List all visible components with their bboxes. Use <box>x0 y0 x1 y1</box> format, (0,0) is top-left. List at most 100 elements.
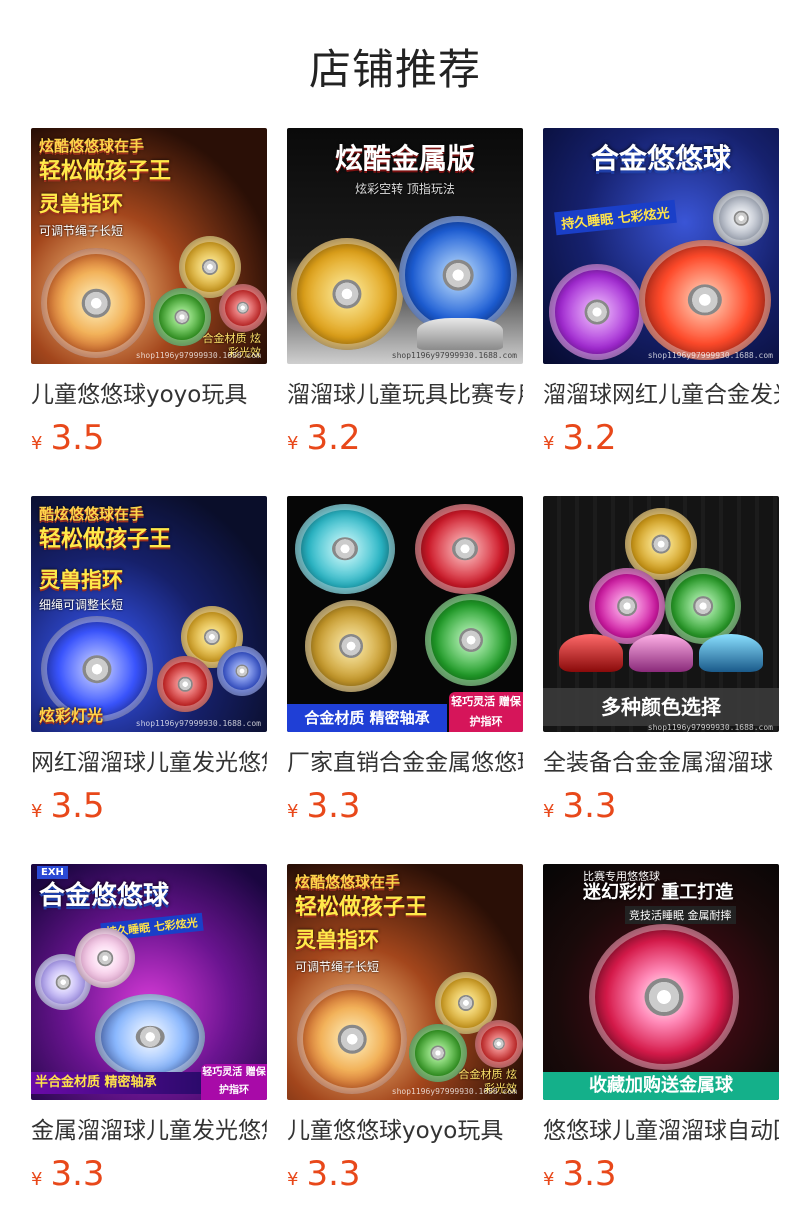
image-headline: 轻松做孩子王 <box>39 159 172 184</box>
product-name[interactable]: 厂家直销合金金属悠悠球 <box>287 748 523 778</box>
yoyo-graphic <box>399 216 517 334</box>
price-value: 3.2 <box>306 418 361 458</box>
image-subtext: 持久睡眠 七彩炫光 <box>554 199 677 236</box>
currency-symbol: ¥ <box>287 433 299 454</box>
product-name[interactable]: 金属溜溜球儿童发光悠悠球 <box>31 1116 267 1146</box>
product-card[interactable]: 合金悠悠球 持久睡眠 七彩炫光 shop1196y97999930.1688.c… <box>543 128 779 496</box>
product-card[interactable]: 酷炫悠悠球在手 轻松做孩子王 灵兽指环 细绳可调整长短 炫彩灯光 shop119… <box>31 496 267 864</box>
image-tag: 多种颜色选择 <box>543 688 779 726</box>
image-headline: 炫酷悠悠球在手 <box>295 873 401 891</box>
product-image[interactable]: 多种颜色选择 shop1196y97999930.1688.com <box>543 496 779 732</box>
page-title: 店铺推荐 <box>308 45 481 94</box>
image-headline: 轻松做孩子王 <box>295 895 428 920</box>
image-headline: 合金悠悠球 <box>590 142 731 175</box>
price-value: 3.3 <box>306 786 361 826</box>
price-value: 3.5 <box>50 418 105 458</box>
image-tag: 半合金材质 精密轴承 <box>31 1072 205 1094</box>
product-price: ¥3.3 <box>543 1154 779 1194</box>
image-headline: 酷炫悠悠球在手 <box>39 505 145 523</box>
price-value: 3.3 <box>562 1154 617 1194</box>
product-image[interactable]: 炫酷金属版 炫彩空转 顶指玩法 shop1196y97999930.1688.c… <box>287 128 523 364</box>
image-watermark: shop1196y97999930.1688.com <box>391 351 517 360</box>
product-image[interactable]: 比赛专用悠悠球 迷幻彩灯 重工打造 竞技活睡眠 金属耐摔 收藏加购送金属球 <box>543 864 779 1100</box>
product-price: ¥3.5 <box>31 418 267 458</box>
product-card[interactable]: 炫酷悠悠球在手 轻松做孩子王 灵兽指环 可调节绳子长短 合金材质 炫彩光效 sh… <box>287 864 523 1232</box>
product-card[interactable]: 多种颜色选择 shop1196y97999930.1688.com 全装备合金金… <box>543 496 779 864</box>
product-price: ¥3.3 <box>31 1154 267 1194</box>
yoyo-graphic <box>75 928 135 988</box>
image-watermark: shop1196y97999930.1688.com <box>391 1087 517 1096</box>
currency-symbol: ¥ <box>543 801 555 822</box>
yoyo-graphic <box>217 646 267 696</box>
product-image[interactable]: 合金悠悠球 持久睡眠 七彩炫光 shop1196y97999930.1688.c… <box>543 128 779 364</box>
image-headline: 炫酷悠悠球在手 <box>39 137 145 155</box>
yoyo-graphic <box>639 240 771 360</box>
image-tag: 合金材质 精密轴承 <box>287 704 447 732</box>
image-subtext: 炫彩空转 顶指玩法 <box>355 182 455 196</box>
yoyo-graphic <box>305 600 397 692</box>
image-subtext: 可调节绳子长短 <box>295 960 380 974</box>
image-headline: 迷幻彩灯 重工打造 <box>583 882 734 903</box>
image-subtext: 细绳可调整长短 <box>39 598 124 612</box>
price-value: 3.3 <box>50 1154 105 1194</box>
image-tag-secondary: 轻巧灵活 赠保护指环 <box>449 692 523 732</box>
product-name[interactable]: 儿童悠悠球yoyo玩具 <box>287 1116 523 1146</box>
currency-symbol: ¥ <box>287 801 299 822</box>
product-name[interactable]: 全装备合金金属溜溜球 <box>543 748 779 778</box>
yoyo-graphic <box>589 924 739 1070</box>
product-name[interactable]: 溜溜球网红儿童合金发光 <box>543 380 779 410</box>
product-image[interactable]: 合金材质 精密轴承 轻巧灵活 赠保护指环 <box>287 496 523 732</box>
currency-symbol: ¥ <box>31 1169 43 1190</box>
currency-symbol: ¥ <box>543 433 555 454</box>
image-watermark: shop1196y97999930.1688.com <box>135 719 261 728</box>
product-image[interactable]: EXH 合金悠悠球 持久睡眠 七彩炫光 半合金材质 精密轴承 轻巧灵活 赠保护指… <box>31 864 267 1100</box>
product-price: ¥3.2 <box>287 418 523 458</box>
product-name[interactable]: 网红溜溜球儿童发光悠悠球 <box>31 748 267 778</box>
yoyo-stand <box>417 318 503 350</box>
product-name[interactable]: 溜溜球儿童玩具比赛专用 <box>287 380 523 410</box>
price-value: 3.3 <box>562 786 617 826</box>
yoyo-graphic <box>415 504 515 594</box>
yoyo-graphic <box>219 284 267 332</box>
price-value: 3.5 <box>50 786 105 826</box>
yoyo-graphic <box>157 656 213 712</box>
product-card[interactable]: EXH 合金悠悠球 持久睡眠 七彩炫光 半合金材质 精密轴承 轻巧灵活 赠保护指… <box>31 864 267 1232</box>
yoyo-graphic <box>291 238 403 350</box>
product-image[interactable]: 炫酷悠悠球在手 轻松做孩子王 灵兽指环 可调节绳子长短 合金材质 炫彩光效 sh… <box>287 864 523 1100</box>
yoyo-graphic <box>95 994 205 1080</box>
product-price: ¥3.3 <box>287 1154 523 1194</box>
product-image[interactable]: 炫酷悠悠球在手 轻松做孩子王 灵兽指环 可调节绳子长短 合金材质 炫彩光效 sh… <box>31 128 267 364</box>
currency-symbol: ¥ <box>31 801 43 822</box>
image-watermark: shop1196y97999930.1688.com <box>647 351 773 360</box>
image-headline: 灵兽指环 <box>39 192 123 216</box>
product-price: ¥3.2 <box>543 418 779 458</box>
currency-symbol: ¥ <box>287 1169 299 1190</box>
product-grid: 炫酷悠悠球在手 轻松做孩子王 灵兽指环 可调节绳子长短 合金材质 炫彩光效 sh… <box>31 128 779 1232</box>
yoyo-graphic <box>425 594 517 686</box>
product-card[interactable]: 比赛专用悠悠球 迷幻彩灯 重工打造 竞技活睡眠 金属耐摔 收藏加购送金属球 悠悠… <box>543 864 779 1232</box>
product-card[interactable]: 炫酷金属版 炫彩空转 顶指玩法 shop1196y97999930.1688.c… <box>287 128 523 496</box>
yoyo-graphic <box>713 190 769 246</box>
image-subtext: 竞技活睡眠 金属耐摔 <box>625 906 736 924</box>
yoyo-graphic <box>297 984 407 1094</box>
yoyo-graphic <box>629 634 693 672</box>
price-value: 3.2 <box>562 418 617 458</box>
yoyo-graphic <box>549 264 645 360</box>
product-price: ¥3.3 <box>543 786 779 826</box>
image-watermark: shop1196y97999930.1688.com <box>135 351 261 360</box>
product-card[interactable]: 合金材质 精密轴承 轻巧灵活 赠保护指环 厂家直销合金金属悠悠球 ¥3.3 <box>287 496 523 864</box>
product-card[interactable]: 炫酷悠悠球在手 轻松做孩子王 灵兽指环 可调节绳子长短 合金材质 炫彩光效 sh… <box>31 128 267 496</box>
image-subtext: 可调节绳子长短 <box>39 224 124 238</box>
product-name[interactable]: 儿童悠悠球yoyo玩具 <box>31 380 267 410</box>
yoyo-graphic <box>559 634 623 672</box>
currency-symbol: ¥ <box>543 1169 555 1190</box>
currency-symbol: ¥ <box>31 433 43 454</box>
yoyo-graphic <box>589 568 665 644</box>
image-watermark: shop1196y97999930.1688.com <box>647 723 773 732</box>
image-headline: 合金悠悠球 <box>39 881 170 911</box>
product-name[interactable]: 悠悠球儿童溜溜球自动回旋 <box>543 1116 779 1146</box>
yoyo-graphic <box>295 504 395 594</box>
product-image[interactable]: 酷炫悠悠球在手 轻松做孩子王 灵兽指环 细绳可调整长短 炫彩灯光 shop119… <box>31 496 267 732</box>
image-tag: 收藏加购送金属球 <box>543 1072 779 1100</box>
image-headline: 灵兽指环 <box>39 568 123 592</box>
